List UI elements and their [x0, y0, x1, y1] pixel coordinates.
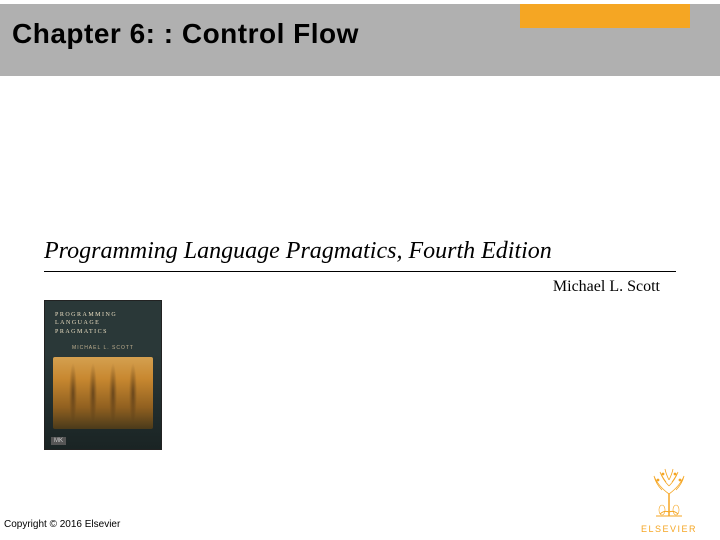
- elsevier-tree-icon: [638, 466, 700, 522]
- elsevier-text: ELSEVIER: [638, 524, 700, 534]
- header-accent: [520, 4, 690, 28]
- cover-title: PROGRAMMING LANGUAGE PRAGMATICS: [55, 311, 151, 336]
- cover-publisher-mark: MK: [51, 437, 66, 445]
- book-title: Programming Language Pragmatics, Fourth …: [44, 238, 676, 272]
- copyright-text: Copyright © 2016 Elsevier: [4, 519, 120, 530]
- elsevier-logo: ELSEVIER: [638, 466, 700, 534]
- cover-image: [53, 357, 153, 429]
- chapter-title: Chapter 6: : Control Flow: [12, 18, 359, 50]
- cover-title-line2: LANGUAGE: [55, 319, 151, 327]
- cover-author: MICHAEL L. SCOTT: [55, 345, 151, 351]
- book-cover: PROGRAMMING LANGUAGE PRAGMATICS MICHAEL …: [44, 300, 162, 450]
- cover-trees: [53, 357, 153, 429]
- cover-title-line3: PRAGMATICS: [55, 328, 151, 336]
- cover-title-line1: PROGRAMMING: [55, 311, 151, 319]
- author-name: Michael L. Scott: [553, 278, 660, 296]
